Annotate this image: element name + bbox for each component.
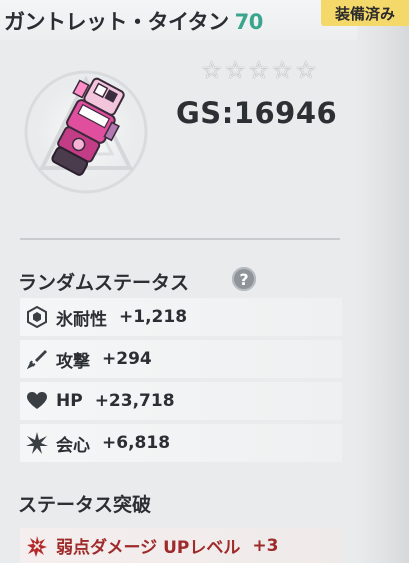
- background-artwork: [357, 26, 409, 563]
- stat-row-hp: HP +23,718: [20, 382, 342, 420]
- break-icon: [26, 535, 48, 557]
- heart-icon: [26, 390, 48, 412]
- stat-value: +294: [102, 349, 152, 369]
- random-status-title: ランダムステータス: [18, 272, 190, 294]
- gear-score: GS:16946: [176, 96, 338, 130]
- stat-value: +1,218: [119, 307, 188, 327]
- item-level: 70: [234, 10, 264, 34]
- item-name: ガントレット・タイタン: [4, 10, 229, 34]
- item-image[interactable]: [14, 50, 172, 208]
- stat-value: +6,818: [102, 433, 171, 453]
- stat-row-weakness-damage: 弱点ダメージ UPレベル +3: [20, 528, 342, 563]
- stat-row-ice-resistance: 氷耐性 +1,218: [20, 298, 342, 336]
- star-icon: ☆: [248, 56, 270, 84]
- stat-row-critical: 会心 +6,818: [20, 424, 342, 462]
- item-title: ガントレット・タイタン 70: [4, 6, 263, 36]
- section-divider: [20, 238, 340, 240]
- stat-name: HP: [56, 391, 83, 411]
- stat-value: +3: [252, 535, 279, 556]
- stat-name: 攻撃: [56, 351, 90, 372]
- star-icon: ☆: [271, 56, 294, 84]
- equipped-badge: 装備済み: [321, 0, 409, 26]
- star-icon: ☆: [295, 56, 317, 84]
- help-icon[interactable]: ?: [232, 267, 256, 291]
- artwork-watermark: [371, 38, 397, 198]
- stat-row-attack: 攻撃 +294: [20, 340, 342, 378]
- star-icon: ☆: [201, 56, 223, 84]
- gauntlet-icon: [14, 60, 158, 204]
- status-break-title: ステータス突破: [18, 494, 152, 516]
- star-icon: ☆: [224, 56, 247, 84]
- stat-name: 弱点ダメージ UPレベル: [56, 538, 241, 558]
- sword-icon: [26, 348, 48, 370]
- stat-name: 氷耐性: [56, 309, 107, 330]
- stat-value: +23,718: [94, 391, 175, 411]
- burst-icon: [26, 432, 48, 454]
- ice-crystal-icon: [26, 306, 48, 328]
- rarity-stars: ☆ ☆ ☆ ☆ ☆: [201, 58, 317, 82]
- stat-name: 会心: [56, 435, 90, 456]
